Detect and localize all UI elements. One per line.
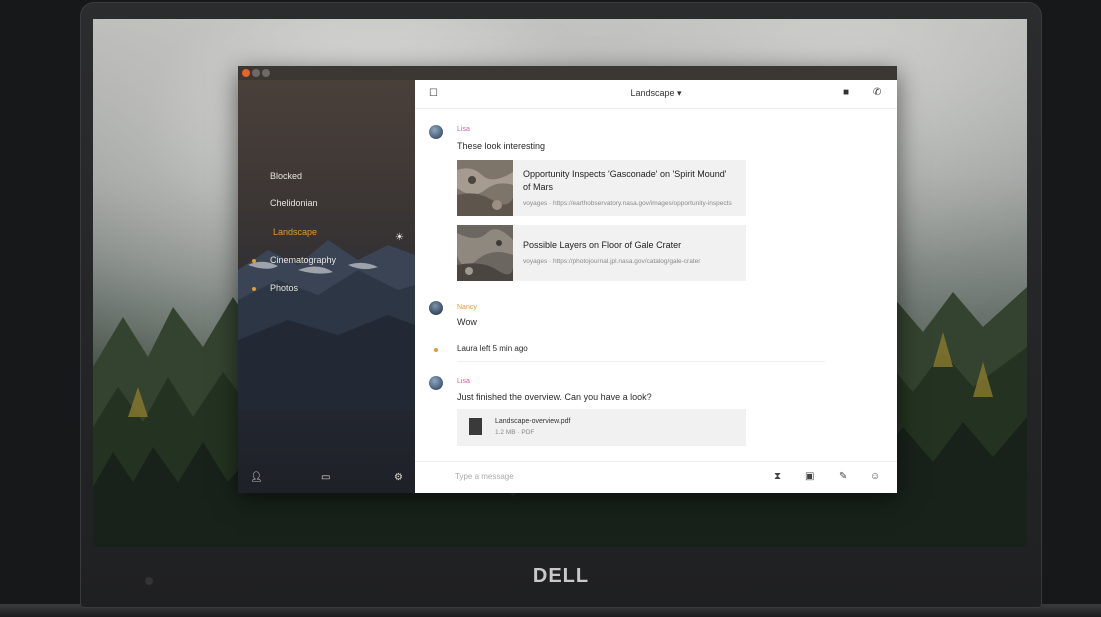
unread-indicator	[252, 259, 256, 263]
maximize-window-button[interactable]	[262, 69, 270, 77]
channel-title-dropdown[interactable]: Landscape ▾	[415, 88, 897, 99]
sidebar-item-cinematography[interactable]: Cinematography	[270, 255, 336, 265]
link-url: voyages · https://earthobservatory.nasa.…	[523, 200, 732, 207]
settings-icon[interactable]: ⚙	[394, 472, 403, 483]
link-preview-card[interactable]: Possible Layers on Floor of Gale Crater …	[457, 225, 746, 281]
system-message: Laura left 5 min ago	[457, 344, 528, 353]
attach-icon[interactable]: ✎	[839, 471, 847, 482]
timer-icon[interactable]: ⧗	[774, 471, 781, 482]
avatar[interactable]	[429, 125, 443, 139]
brand-logo: DELL	[532, 565, 590, 587]
link-title[interactable]: Possible Layers on Floor of Gale Crater	[523, 239, 735, 252]
window-titlebar[interactable]	[238, 66, 897, 80]
link-preview-card[interactable]: Opportunity Inspects 'Gasconade' on 'Spi…	[457, 160, 746, 216]
sidebar-item-landscape[interactable]: Landscape	[273, 227, 317, 237]
file-name[interactable]: Landscape-overview.pdf	[495, 418, 571, 425]
message-sender[interactable]: Lisa	[457, 378, 470, 385]
link-url: voyages · https://photojournal.jpl.nasa.…	[523, 258, 701, 265]
avatar[interactable]	[429, 376, 443, 390]
message-input[interactable]: Type a message	[455, 472, 514, 481]
file-attachment-card[interactable]: Landscape-overview.pdf 1.2 MB · PDF	[457, 409, 746, 446]
grid-icon[interactable]: ▭	[321, 472, 330, 483]
file-meta: 1.2 MB · PDF	[495, 429, 535, 436]
sidebar-item-photos[interactable]: Photos	[270, 283, 298, 293]
sidebar-item-chelidonian[interactable]: Chelidonian	[270, 198, 318, 208]
chat-header: ☐ Landscape ▾ ■ ✆	[415, 80, 897, 109]
link-thumbnail-image	[457, 160, 513, 216]
sun-icon: ☀	[395, 232, 404, 243]
message-text: These look interesting	[457, 141, 546, 151]
channel-sidebar: Blocked Chelidonian Landscape Cinematogr…	[238, 80, 415, 493]
minimize-window-button[interactable]	[252, 69, 260, 77]
close-window-button[interactable]	[242, 69, 250, 77]
message-composer: Type a message ⧗ ▣ ✎ ☺	[415, 461, 897, 493]
message-text: Just finished the overview. Can you have…	[457, 392, 652, 402]
emoji-icon[interactable]: ☺	[870, 471, 880, 482]
user-icon[interactable]: 👤︎	[250, 472, 263, 483]
messaging-app-window: Blocked Chelidonian Landscape Cinematogr…	[238, 66, 897, 493]
avatar[interactable]	[429, 301, 443, 315]
message-text: Wow	[457, 317, 477, 327]
phone-icon[interactable]: ✆	[873, 87, 881, 98]
link-title[interactable]: Opportunity Inspects 'Gasconade' on 'Spi…	[523, 168, 735, 194]
link-thumbnail-image	[457, 225, 513, 281]
sidebar-item-blocked[interactable]: Blocked	[270, 171, 302, 181]
file-icon	[469, 418, 482, 435]
unread-indicator	[252, 287, 256, 291]
status-dot	[434, 348, 438, 352]
divider	[457, 361, 825, 362]
video-icon[interactable]: ■	[843, 87, 849, 98]
image-icon[interactable]: ▣	[805, 471, 814, 482]
message-sender[interactable]: Lisa	[457, 126, 470, 133]
mountain-backdrop	[238, 240, 415, 410]
message-sender[interactable]: Nancy	[457, 304, 477, 311]
chat-pane: ☐ Landscape ▾ ■ ✆ Lisa These look intere…	[415, 80, 897, 493]
